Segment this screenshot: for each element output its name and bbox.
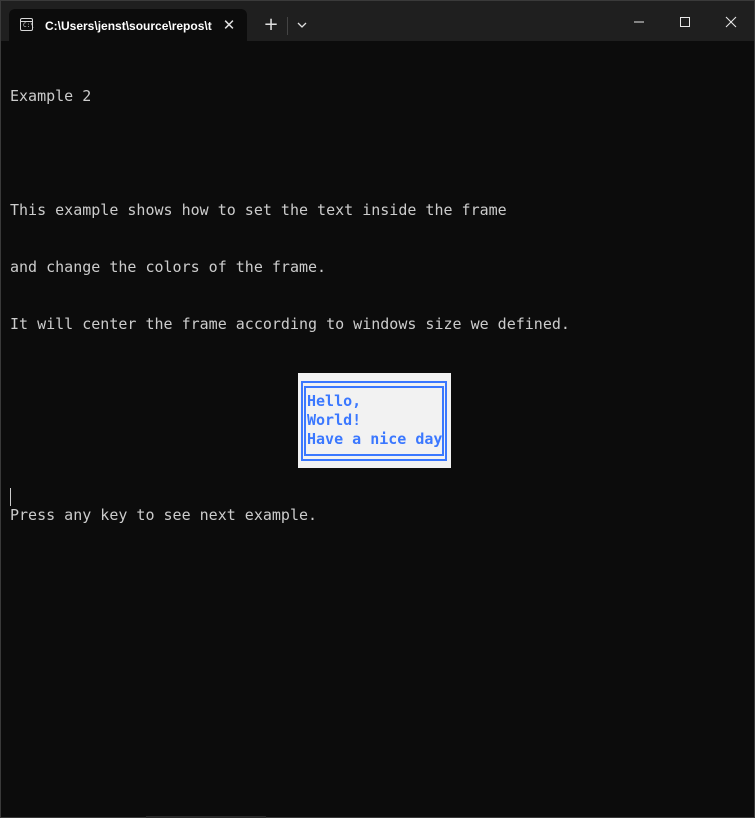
text-frame: Hello, World! Have a nice day: [298, 373, 451, 468]
tab-dropdown-button[interactable]: [291, 14, 313, 38]
output-line: This example shows how to set the text i…: [10, 201, 507, 219]
close-icon: [725, 16, 737, 28]
maximize-icon: [680, 17, 690, 27]
terminal-window: C:\ C:\Users\jenst\source\repos\t ✕ + Ex…: [0, 0, 755, 818]
minimize-icon: [634, 21, 644, 23]
terminal-output[interactable]: Example 2 This example shows how to set …: [10, 49, 750, 372]
minimize-button[interactable]: [616, 1, 662, 41]
title-bar[interactable]: C:\ C:\Users\jenst\source\repos\t ✕ +: [1, 1, 754, 41]
frame-line: World!: [307, 411, 362, 429]
frame-line: Hello,: [307, 392, 362, 410]
frame-text: Hello, World! Have a nice day: [307, 392, 442, 449]
prompt-area: Press any key to see next example.: [10, 468, 750, 563]
maximize-button[interactable]: [662, 1, 708, 41]
terminal-tab[interactable]: C:\ C:\Users\jenst\source\repos\t ✕: [9, 9, 247, 41]
chevron-down-icon: [297, 22, 307, 28]
frame-line: Have a nice day: [307, 430, 443, 448]
tab-title: C:\Users\jenst\source\repos\t: [45, 19, 212, 33]
output-line: and change the colors of the frame.: [10, 258, 327, 276]
tab-divider: [287, 17, 288, 35]
console-icon: C:\: [20, 18, 34, 31]
output-line: It will center the frame according to wi…: [10, 315, 570, 333]
new-tab-icon[interactable]: +: [259, 14, 283, 38]
output-line: Example 2: [10, 87, 92, 105]
close-tab-icon[interactable]: ✕: [219, 15, 239, 35]
close-window-button[interactable]: [708, 1, 754, 41]
prompt-line: Press any key to see next example.: [10, 506, 318, 524]
console-icon-text: C:\: [23, 22, 34, 29]
text-cursor: [10, 488, 11, 506]
